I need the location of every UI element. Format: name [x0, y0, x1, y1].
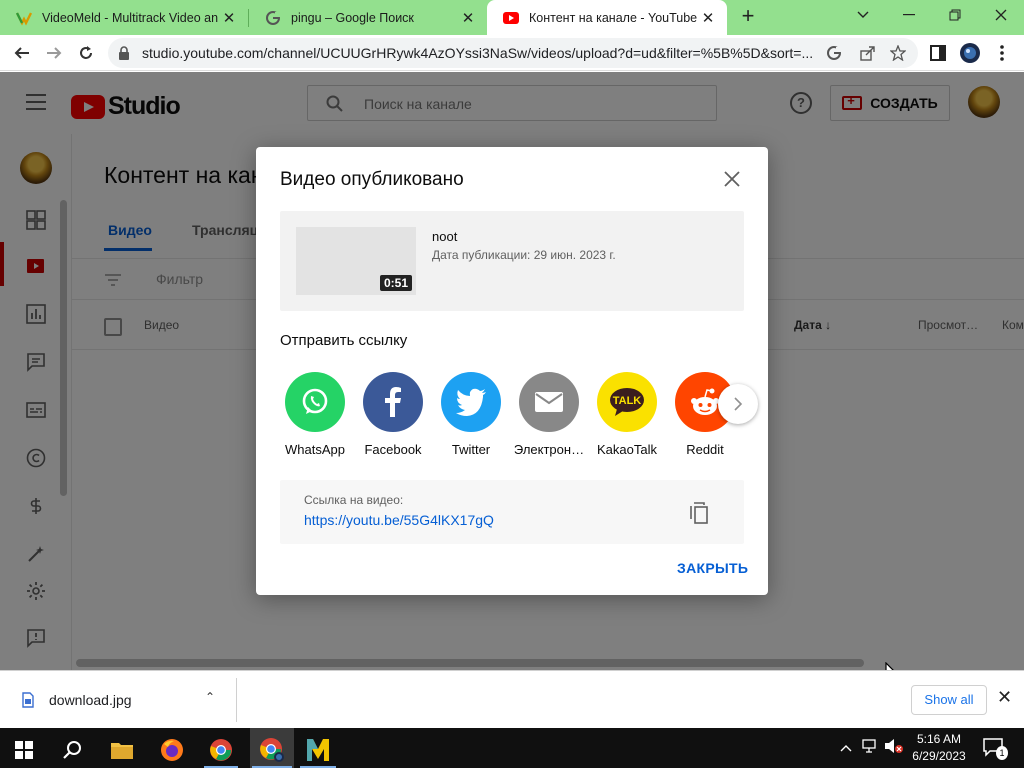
tab-videomeld[interactable]: VideoMeld - Multitrack Video an ✕: [0, 0, 248, 35]
share-heading: Отправить ссылку: [280, 332, 408, 349]
file-icon: [22, 692, 34, 713]
search-icon[interactable]: [52, 732, 92, 768]
share-target-label: KakaoTalk: [597, 442, 657, 457]
published-video-card: 0:51 noot Дата публикации: 29 июн. 2023 …: [280, 211, 744, 311]
tab-google-search[interactable]: pingu – Google Поиск ✕: [249, 0, 487, 35]
windows-taskbar: 5:16 AM 6/29/2023 1: [0, 728, 1024, 768]
address-bar[interactable]: studio.youtube.com/channel/UCUUGrHRywk4A…: [108, 38, 918, 68]
share-scroll-right-button[interactable]: [718, 384, 758, 424]
back-arrow-icon[interactable]: [8, 39, 36, 67]
notification-count-badge: 1: [996, 746, 1008, 760]
share-whatsapp[interactable]: WhatsApp: [276, 372, 354, 457]
dialog-title: Видео опубликовано: [280, 169, 464, 190]
video-link[interactable]: https://youtu.be/55G4lKX17gQ: [304, 512, 494, 528]
videomeld-favicon-icon: [16, 10, 32, 26]
video-thumbnail[interactable]: 0:51: [296, 227, 416, 295]
tab-title: pingu – Google Поиск: [291, 10, 414, 25]
lock-icon: [118, 46, 130, 65]
clock-time: 5:16 AM: [916, 732, 962, 746]
video-title: noot: [432, 229, 458, 244]
download-bar: download.jpg ⌃ Show all ✕: [0, 670, 1024, 728]
download-divider: [236, 678, 237, 722]
file-explorer-icon[interactable]: [102, 732, 142, 768]
volume-muted-icon[interactable]: [884, 738, 904, 757]
side-panel-icon[interactable]: [924, 39, 952, 67]
close-dialog-button[interactable]: ЗАКРЫТЬ: [677, 560, 748, 576]
tab-search-chevron-icon[interactable]: [840, 0, 886, 30]
share-target-label: Электрон…: [513, 442, 585, 457]
restore-window-icon[interactable]: [932, 0, 978, 30]
google-translate-icon[interactable]: [824, 43, 844, 63]
close-window-icon[interactable]: [978, 0, 1024, 30]
network-icon[interactable]: [862, 738, 880, 757]
forward-arrow-icon[interactable]: [40, 39, 68, 67]
download-file-name[interactable]: download.jpg: [49, 692, 132, 708]
show-all-button[interactable]: Show all: [911, 685, 987, 715]
close-icon[interactable]: [720, 167, 744, 191]
tab-close-icon[interactable]: ✕: [459, 9, 477, 27]
kakaotalk-icon: TALK: [597, 372, 657, 432]
tab-title: VideoMeld - Multitrack Video an: [42, 10, 219, 25]
download-options-chevron-icon[interactable]: ⌃: [205, 690, 215, 704]
video-duration: 0:51: [379, 275, 412, 291]
bookmark-star-icon[interactable]: [888, 43, 908, 63]
browser-tab-strip: VideoMeld - Multitrack Video an ✕ pingu …: [0, 0, 1024, 35]
browser-toolbar: studio.youtube.com/channel/UCUUGrHRywk4A…: [0, 35, 1024, 71]
new-tab-button[interactable]: +: [736, 5, 760, 29]
share-target-label: Reddit: [686, 442, 724, 457]
svg-text:TALK: TALK: [613, 395, 642, 407]
share-target-label: Facebook: [364, 442, 422, 457]
system-clock[interactable]: 5:16 AM 6/29/2023: [908, 731, 970, 765]
twitter-icon: [441, 372, 501, 432]
chrome-profile-icon[interactable]: [252, 732, 292, 768]
share-targets: WhatsApp Facebook Twitter Электрон… TALK…: [274, 372, 750, 462]
video-published-dialog: Видео опубликовано 0:51 noot Дата публик…: [256, 147, 768, 595]
reload-icon[interactable]: [72, 39, 100, 67]
share-icon[interactable]: [858, 43, 878, 63]
copy-icon[interactable]: [690, 502, 710, 524]
video-link-label: Ссылка на видео:: [304, 493, 404, 507]
chrome-icon[interactable]: [201, 732, 241, 768]
clock-date: 6/29/2023: [912, 749, 966, 763]
google-favicon-icon: [265, 10, 281, 26]
share-facebook[interactable]: Facebook: [354, 372, 432, 457]
mouse-cursor-icon: [885, 661, 899, 670]
share-kakaotalk[interactable]: TALK KakaoTalk: [588, 372, 666, 457]
chevron-right-icon: [734, 397, 743, 411]
youtube-studio-page: Studio Поиск на канале ? СОЗДАТЬ: [0, 72, 1024, 670]
youtube-favicon-icon: [503, 10, 519, 26]
windows-start-icon[interactable]: [4, 732, 44, 768]
tab-close-icon[interactable]: ✕: [220, 9, 238, 27]
profile-avatar-icon[interactable]: [956, 39, 984, 67]
tab-close-icon[interactable]: ✕: [699, 9, 717, 27]
tab-title: Контент на канале - YouTube St: [529, 10, 699, 25]
browser-menu-icon[interactable]: [988, 39, 1016, 67]
whatsapp-icon: [285, 372, 345, 432]
share-twitter[interactable]: Twitter: [432, 372, 510, 457]
video-link-box: Ссылка на видео: https://youtu.be/55G4lK…: [280, 480, 744, 544]
url-text: studio.youtube.com/channel/UCUUGrHRywk4A…: [142, 45, 814, 61]
tray-expand-chevron-icon[interactable]: [840, 740, 852, 755]
share-target-label: WhatsApp: [285, 442, 345, 457]
publish-date: Дата публикации: 29 июн. 2023 г.: [432, 248, 616, 262]
share-target-label: Twitter: [451, 442, 491, 457]
firefox-icon[interactable]: [152, 732, 192, 768]
email-icon: [519, 372, 579, 432]
tab-youtube-studio[interactable]: Контент на канале - YouTube St ✕: [487, 0, 727, 35]
close-download-bar-icon[interactable]: ✕: [997, 687, 1012, 708]
share-email[interactable]: Электрон…: [510, 372, 588, 457]
facebook-icon: [363, 372, 423, 432]
videomeld-app-icon[interactable]: [298, 732, 338, 768]
minimize-window-icon[interactable]: [886, 0, 932, 30]
